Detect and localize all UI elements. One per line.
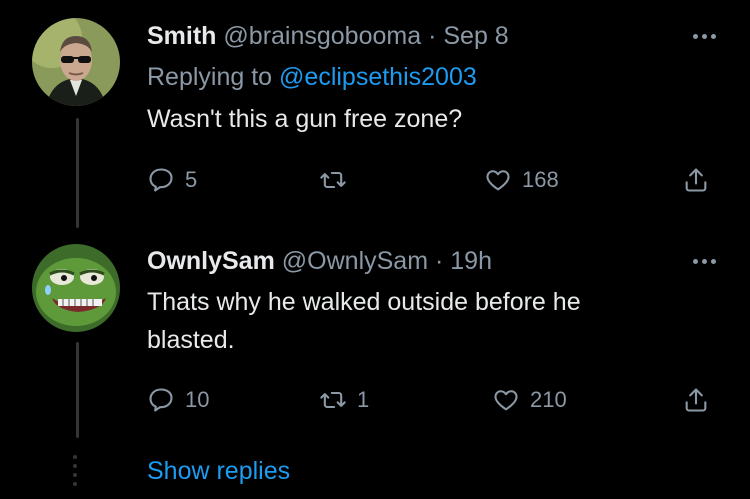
thread-line	[76, 342, 79, 438]
like-button[interactable]: 168	[484, 163, 559, 197]
timestamp[interactable]: 19h	[450, 247, 492, 275]
like-button[interactable]: 210	[492, 383, 567, 417]
tweet-2[interactable]: OwnlySam @OwnlySam · 19h Thats why he wa…	[0, 230, 750, 450]
share-icon	[685, 388, 707, 412]
reply-button[interactable]: 5	[147, 163, 197, 197]
reply-button[interactable]: 10	[147, 383, 209, 417]
tweet-text: Thats why he walked outside before he bl…	[147, 288, 581, 354]
display-name[interactable]: OwnlySam	[147, 247, 275, 275]
thread-more-dots	[73, 455, 77, 486]
retweet-icon	[320, 391, 346, 409]
reply-count: 5	[185, 167, 198, 192]
like-count: 168	[522, 167, 559, 192]
reply-icon	[149, 388, 173, 412]
more-options-icon[interactable]	[693, 34, 716, 39]
share-button[interactable]	[682, 383, 710, 417]
replying-to: Replying to @eclipsethis2003	[147, 63, 477, 92]
share-button[interactable]	[682, 163, 710, 197]
share-icon	[685, 168, 707, 192]
tweet-actions: 5 168	[147, 163, 722, 197]
tweet-header: OwnlySam @OwnlySam · 19h	[147, 247, 492, 276]
tweet-text: Wasn't this a gun free zone?	[147, 105, 463, 133]
tweet-header: Smith @brainsgobooma · Sep 8	[147, 22, 509, 51]
user-handle[interactable]: @OwnlySam	[282, 247, 428, 275]
separator-dot: ·	[428, 22, 437, 50]
retweet-button[interactable]	[319, 163, 357, 197]
tweet-1[interactable]: Smith @brainsgobooma · Sep 8 Replying to…	[0, 0, 750, 230]
reply-count: 10	[185, 387, 210, 412]
agent-smith-avatar[interactable]	[32, 18, 120, 106]
timestamp[interactable]: Sep 8	[443, 22, 508, 50]
more-options-icon[interactable]	[693, 259, 716, 264]
user-handle[interactable]: @brainsgobooma	[223, 22, 421, 50]
tweet-actions: 10 1 210	[147, 383, 722, 417]
heart-icon	[486, 170, 510, 191]
retweet-count: 1	[357, 387, 370, 412]
show-replies-link[interactable]: Show replies	[147, 457, 290, 486]
display-name[interactable]: Smith	[147, 22, 216, 50]
replying-prefix: Replying to	[147, 63, 273, 91]
retweet-button[interactable]: 1	[319, 383, 369, 417]
reply-icon	[149, 168, 173, 192]
like-count: 210	[530, 387, 567, 412]
heart-icon	[494, 390, 518, 411]
pepe-frog-avatar[interactable]	[32, 244, 120, 332]
replying-to-link[interactable]: @eclipsethis2003	[279, 63, 477, 91]
retweet-icon	[320, 171, 346, 189]
thread-line	[76, 118, 79, 228]
separator-dot: ·	[434, 247, 444, 275]
